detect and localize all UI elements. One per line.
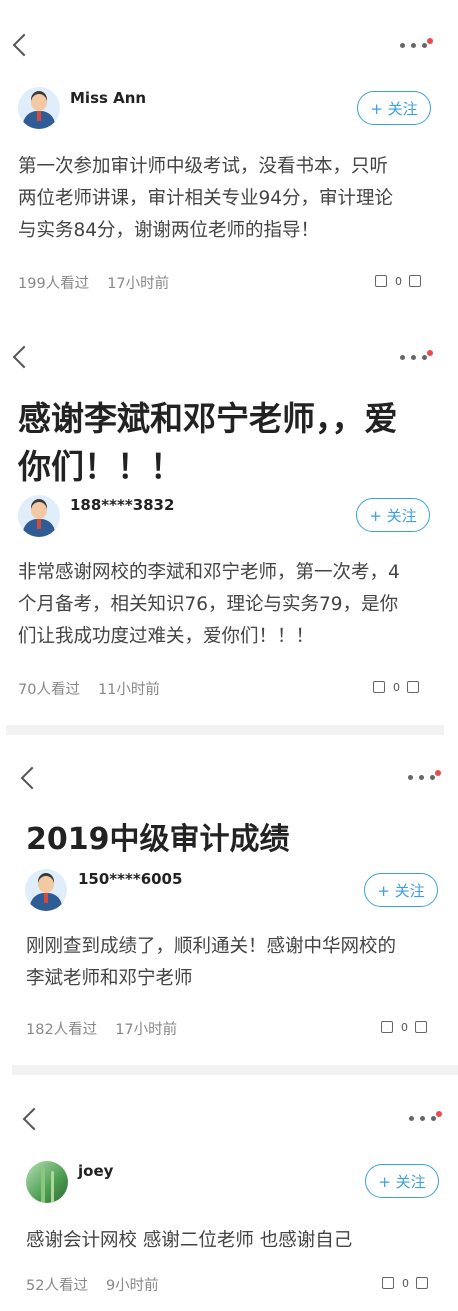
divider xyxy=(6,725,444,735)
view-count: 52人看过 xyxy=(26,1278,88,1294)
thumb-up-icon[interactable] xyxy=(381,1021,393,1033)
post-meta: 70人看过 11小时前 xyxy=(18,678,160,699)
post-content: 非常感谢网校的李斌和邓宁老师，第一次考，4 个月备考，相关知识76，理论与实务79… xyxy=(18,562,400,647)
like-count: 0 xyxy=(395,275,402,288)
more-options-icon[interactable] xyxy=(400,38,434,50)
timestamp: 11小时前 xyxy=(97,682,160,698)
back-arrow-icon[interactable] xyxy=(22,1107,46,1131)
more-options-icon[interactable] xyxy=(409,1111,443,1123)
post-title: 2019中级审计成绩 xyxy=(26,822,290,857)
username[interactable]: joey xyxy=(78,1162,113,1180)
thumb-down-icon[interactable] xyxy=(416,1277,428,1289)
view-count: 70人看过 xyxy=(18,682,80,698)
post-card: Miss Ann + 关注 第一次参加审计师中级考试，没看书本，只听 两位老师讲课… xyxy=(0,0,458,320)
post-card: joey + 关注 感谢会计网校 感谢二位老师 也感谢自己 52人看过 9小时前 … xyxy=(0,1075,458,1311)
post-content: 刚刚查到成绩了，顺利通关！感谢中华网校的 李斌老师和邓宁老师 xyxy=(26,936,397,989)
back-arrow-icon[interactable] xyxy=(12,33,36,57)
like-count: 0 xyxy=(401,1021,408,1034)
like-count: 0 xyxy=(402,1277,409,1290)
post-meta: 182人看过 17小时前 xyxy=(26,1018,177,1039)
avatar[interactable] xyxy=(18,87,60,129)
thumb-down-icon[interactable] xyxy=(415,1021,427,1033)
more-options-icon[interactable] xyxy=(408,770,442,782)
avatar[interactable] xyxy=(26,1161,68,1203)
timestamp: 17小时前 xyxy=(107,276,170,292)
back-arrow-icon[interactable] xyxy=(20,766,44,790)
divider xyxy=(12,1065,458,1075)
thumb-up-icon[interactable] xyxy=(382,1277,394,1289)
post-content: 第一次参加审计师中级考试，没看书本，只听 两位老师讲课，审计相关专业94分，审计理… xyxy=(18,156,394,241)
more-options-icon[interactable] xyxy=(400,350,434,362)
view-count: 182人看过 xyxy=(26,1022,98,1038)
thumb-up-icon[interactable] xyxy=(375,275,387,287)
timestamp: 17小时前 xyxy=(115,1022,178,1038)
timestamp: 9小时前 xyxy=(105,1278,159,1294)
username[interactable]: 150****6005 xyxy=(78,870,182,888)
thumb-down-icon[interactable] xyxy=(409,275,421,287)
post-content: 感谢会计网校 感谢二位老师 也感谢自己 xyxy=(26,1230,353,1251)
post-title: 感谢李斌和邓宁老师，，爱 你们！！！ xyxy=(18,399,398,486)
follow-button[interactable]: + 关注 xyxy=(364,873,438,907)
post-meta: 199人看过 17小时前 xyxy=(18,272,169,293)
follow-button[interactable]: + 关注 xyxy=(357,91,431,125)
username[interactable]: 188****3832 xyxy=(70,496,174,514)
like-count: 0 xyxy=(393,681,400,694)
vote-controls: 0 xyxy=(373,681,429,699)
avatar[interactable] xyxy=(18,495,60,537)
post-meta: 52人看过 9小时前 xyxy=(26,1274,159,1295)
avatar[interactable] xyxy=(25,869,67,911)
thumb-up-icon[interactable] xyxy=(373,681,385,693)
post-card: 2019中级审计成绩 150****6005 + 关注 刚刚查到成绩了，顺利通关… xyxy=(0,735,458,1065)
view-count: 199人看过 xyxy=(18,276,90,292)
username[interactable]: Miss Ann xyxy=(70,89,146,107)
vote-controls: 0 xyxy=(375,275,431,293)
back-arrow-icon[interactable] xyxy=(12,345,36,369)
follow-button[interactable]: + 关注 xyxy=(356,498,430,532)
thumb-down-icon[interactable] xyxy=(407,681,419,693)
vote-controls: 0 xyxy=(381,1021,437,1039)
follow-button[interactable]: + 关注 xyxy=(365,1164,439,1198)
vote-controls: 0 xyxy=(382,1277,438,1295)
post-card: 感谢李斌和邓宁老师，，爱 你们！！！ 188****3832 + 关注 非常感谢网… xyxy=(0,320,458,725)
